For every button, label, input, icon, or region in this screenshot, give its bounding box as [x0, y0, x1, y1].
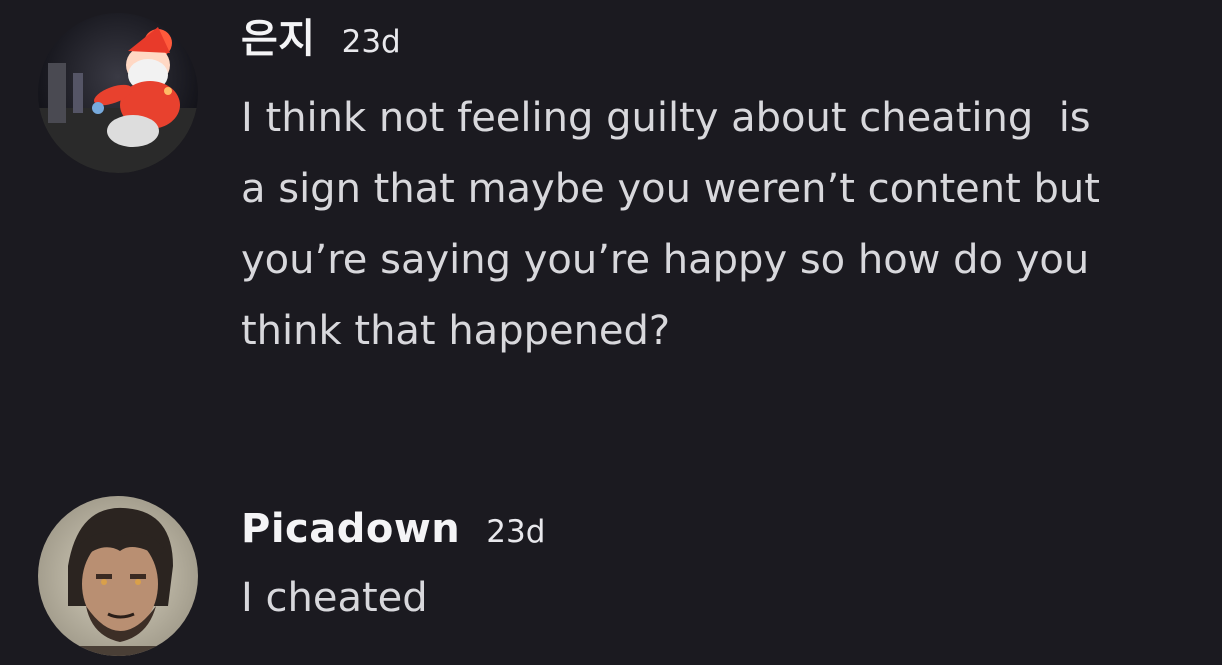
bearded-man-avatar-icon[interactable] — [38, 496, 198, 656]
comment-text: I cheated — [241, 563, 1216, 634]
comment-text-line: I cheated — [241, 575, 428, 621]
comment-header: 은지 23d — [241, 10, 401, 71]
comment-text-line: I think not feeling guilty about cheatin… — [241, 95, 1091, 141]
comment-text-line: a sign that maybe you weren’t content bu… — [241, 166, 1100, 212]
comment-text-line: think that happened? — [241, 308, 671, 354]
timestamp: 23d — [341, 24, 401, 60]
santa-avatar-icon[interactable] — [38, 13, 198, 173]
username[interactable]: 은지 — [241, 10, 316, 68]
comment-text: I think not feeling guilty about cheatin… — [241, 83, 1216, 367]
username[interactable]: Picadown — [241, 500, 460, 558]
timestamp: 23d — [486, 514, 546, 550]
comment-text-line: you’re saying you’re happy so how do you — [241, 237, 1090, 283]
comment-header: Picadown 23d — [241, 500, 545, 561]
